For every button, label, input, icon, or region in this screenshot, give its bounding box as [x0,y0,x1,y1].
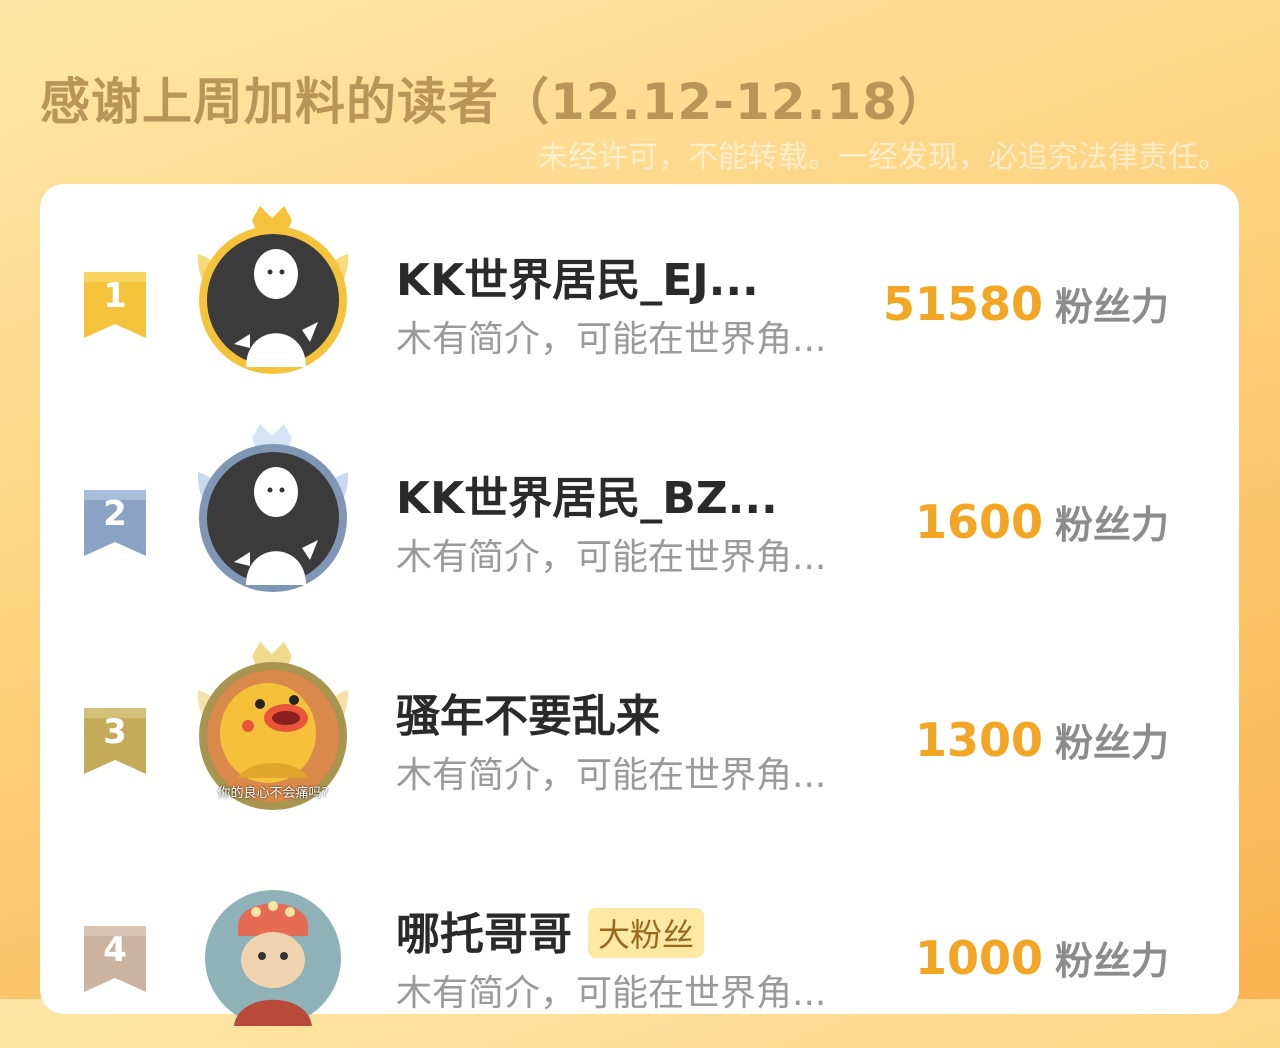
ranking-row-4[interactable]: 4 哪托哥哥 大粉丝 木有简介，可能在世界角... 1000 粉丝力 [40,848,1239,1048]
avatar-frame-silver[interactable] [168,420,378,600]
score-unit: 粉丝力 [1054,721,1169,765]
user-name-text: 哪托哥哥 [396,909,572,960]
score-value: 1600 [914,495,1043,549]
rank-number: 4 [103,930,127,970]
rank-number: 1 [103,276,127,316]
rank-number: 3 [103,712,127,752]
rank-badge-gold: 1 [84,272,148,338]
user-name[interactable]: 骚年不要乱来 [396,680,660,744]
user-intro: 木有简介，可能在世界角... [396,755,827,796]
fan-power-score: 1300 粉丝力 [915,712,1169,767]
score-value: 51580 [882,277,1043,331]
score-unit: 粉丝力 [1054,503,1169,547]
ranking-row-3[interactable]: 3 你的良心不会痛吗? 骚年不要乱来 木有简介，可能在世界角... 1300 粉… [40,630,1239,830]
user-name[interactable]: 哪托哥哥 大粉丝 [396,898,705,962]
page-title: 感谢上周加料的读者（12.12-12.18） [40,73,950,131]
user-intro: 木有简介，可能在世界角... [396,537,827,578]
user-name[interactable]: KK世界居民_EJ... [396,244,759,308]
ranking-row-1[interactable]: 1 KK世界居民_EJ... 木有简介，可能在世界角... 51580 粉丝力 [40,194,1239,394]
rank-badge-silver: 2 [84,490,148,556]
rank-badge-bronze: 3 [84,708,148,774]
fan-power-score: 1600 粉丝力 [915,494,1169,549]
fan-power-score: 51580 粉丝力 [883,276,1169,331]
score-value: 1000 [914,931,1043,985]
ranking-card: 1 KK世界居民_EJ... 木有简介，可能在世界角... 51580 粉丝力 … [40,184,1239,1026]
user-intro: 木有简介，可能在世界角... [396,973,827,1014]
fan-power-score: 1000 粉丝力 [915,930,1169,985]
avatar-frame-gold[interactable] [168,202,378,382]
avatar-caption: 你的良心不会痛吗? [217,786,329,801]
rank-number: 2 [103,494,127,534]
big-fan-tag: 大粉丝 [588,908,705,958]
user-name[interactable]: KK世界居民_BZ... [396,462,778,526]
score-unit: 粉丝力 [1054,285,1169,329]
rank-badge-4: 4 [84,926,148,992]
copyright-watermark: 未经许可，不能转载。一经发现，必追究法律责任。 [538,140,1228,175]
avatar-frame-bronze[interactable]: 你的良心不会痛吗? [168,638,378,818]
score-value: 1300 [914,713,1043,767]
ranking-row-2[interactable]: 2 KK世界居民_BZ... 木有简介，可能在世界角... 1600 粉丝力 [40,412,1239,612]
avatar-frame-plain[interactable] [168,856,378,1036]
user-intro: 木有简介，可能在世界角... [396,319,827,360]
score-unit: 粉丝力 [1054,939,1169,983]
